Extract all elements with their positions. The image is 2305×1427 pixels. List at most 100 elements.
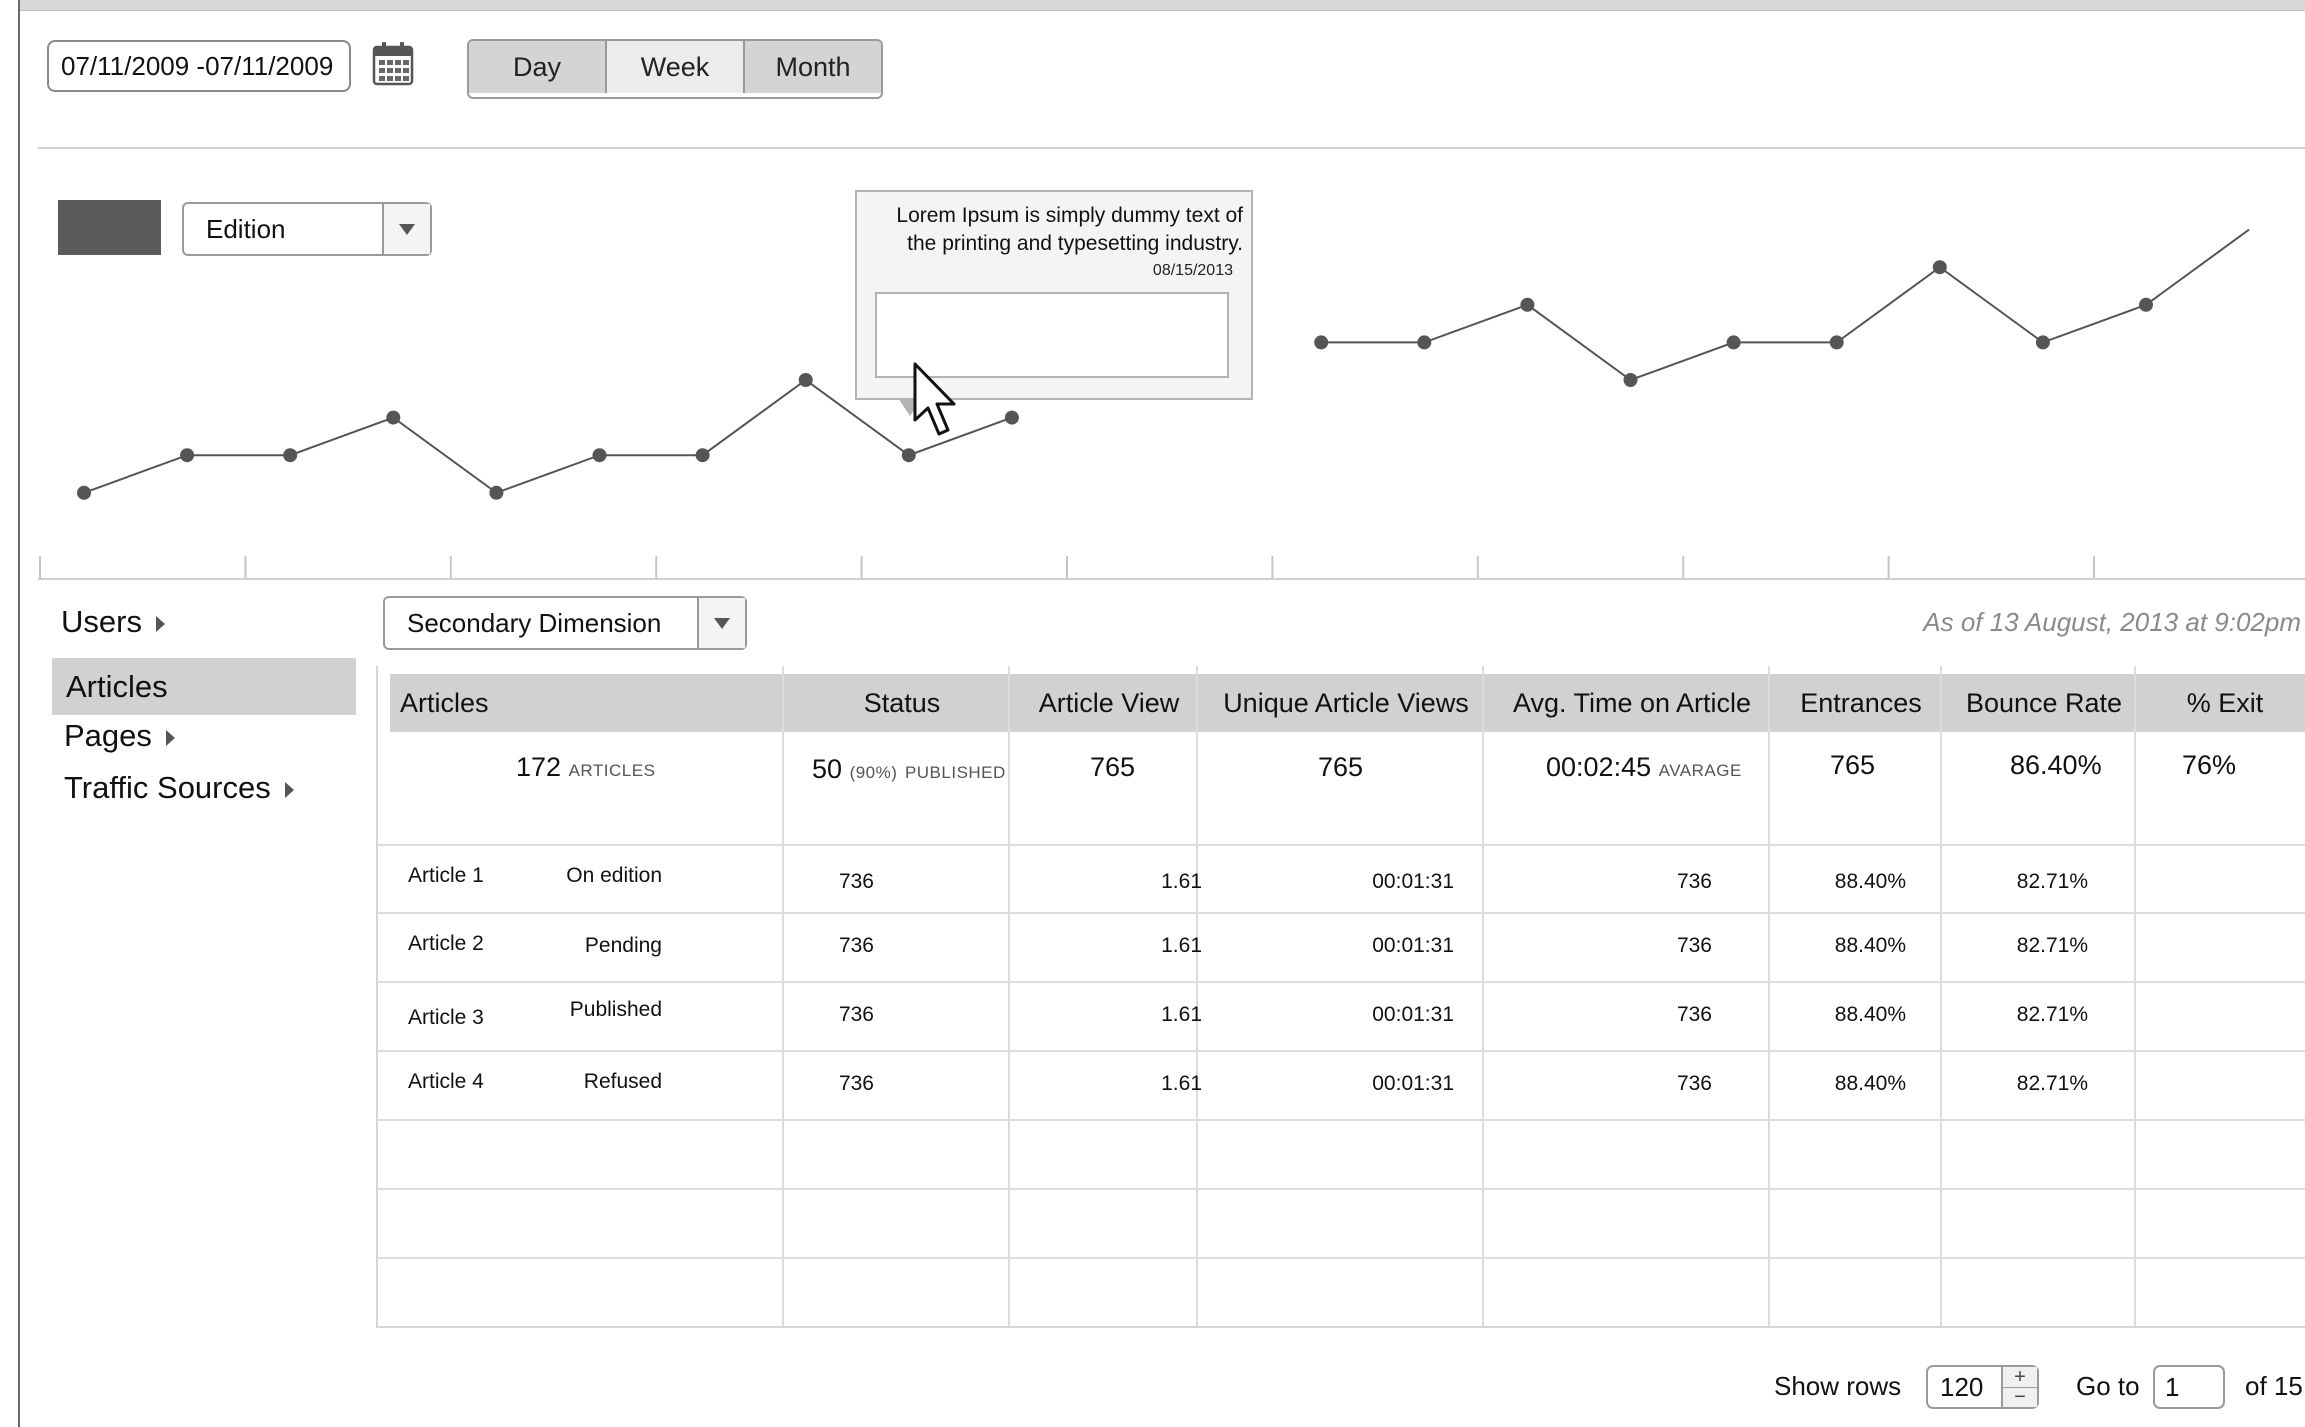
data-point[interactable] <box>1932 260 1947 275</box>
data-point[interactable] <box>798 373 813 387</box>
row-divider <box>378 1119 2305 1121</box>
caret-right-icon <box>284 781 294 798</box>
header-unique-article-views[interactable]: Unique Article Views <box>1204 674 1488 732</box>
cell-entrances: 736 <box>1676 870 1712 893</box>
period-toggle: Day Week Month <box>467 39 883 99</box>
sidebar-item-label: Articles <box>66 669 168 704</box>
tooltip-date: 08/15/2013 <box>1152 262 1233 279</box>
column-divider <box>1482 666 1484 1326</box>
go-to-label: Go to <box>2076 1371 2140 1401</box>
data-point[interactable] <box>77 485 91 500</box>
cell-article-view: 736 <box>838 934 874 957</box>
data-point[interactable] <box>1314 335 1329 350</box>
column-divider <box>2134 666 2136 1326</box>
data-point[interactable] <box>283 448 298 463</box>
sidebar-item-users[interactable]: Users <box>61 604 165 640</box>
rows-per-page-stepper[interactable]: 120 + − <box>1926 1365 2039 1409</box>
summary-article-view: 765 <box>1090 752 1136 782</box>
caret-right-icon <box>155 615 165 632</box>
cell-unique-views: 1.61 <box>1161 870 1202 893</box>
header-entrances[interactable]: Entrances <box>1776 674 1946 732</box>
summary-status-unit: PUBLISHED <box>904 763 1006 782</box>
cell-status: Published <box>569 998 662 1021</box>
cell-unique-views: 1.61 <box>1161 1003 1202 1026</box>
day-button[interactable]: Day <box>469 41 607 93</box>
header-avg-time[interactable]: Avg. Time on Article <box>1490 674 1774 732</box>
data-point[interactable] <box>695 448 710 463</box>
sidebar-item-articles[interactable]: Articles <box>52 658 356 715</box>
sidebar-item-label: Users <box>61 604 142 639</box>
cell-avg-time: 00:01:31 <box>1372 870 1454 893</box>
data-point[interactable] <box>2139 297 2153 312</box>
data-point[interactable] <box>386 410 401 425</box>
secondary-dimension-dropdown[interactable]: Secondary Dimension <box>383 596 747 650</box>
cell-entrances: 736 <box>1676 1072 1712 1095</box>
summary-bounce-rate: 86.40% <box>2010 750 2102 780</box>
row-divider <box>378 1050 2305 1052</box>
summary-avg-time: 00:02:45 AVARAGE <box>1546 752 1742 783</box>
column-divider <box>1196 666 1198 1326</box>
increment-icon[interactable]: + <box>2003 1367 2037 1388</box>
sidebar-item-pages[interactable]: Pages <box>64 718 175 754</box>
header-article-view[interactable]: Article View <box>1016 674 1202 732</box>
cell-status: Pending <box>584 934 662 957</box>
chart-axis <box>38 578 2305 580</box>
summary-articles-value: 172 <box>516 752 562 782</box>
summary-status-pct: (90%) <box>849 763 898 782</box>
summary-unique-views: 765 <box>1318 752 1364 782</box>
date-range-input[interactable]: 07/11/2009 -07/11/2009 <box>47 40 351 92</box>
data-point[interactable] <box>592 448 607 463</box>
cell-exit: 82.71% <box>2016 1072 2088 1095</box>
sidebar-item-label: Pages <box>64 718 152 753</box>
data-point[interactable] <box>1623 373 1638 387</box>
cell-article-name[interactable]: Article 4 <box>408 1070 484 1094</box>
header-bounce-rate[interactable]: Bounce Rate <box>1948 674 2140 732</box>
tooltip-text: Lorem Ipsum is simply dummy text of the … <box>896 204 1243 255</box>
summary-entrances: 765 <box>1830 750 1876 780</box>
data-point[interactable] <box>1829 335 1844 350</box>
cell-article-view: 736 <box>838 1003 874 1026</box>
data-point[interactable] <box>180 448 195 463</box>
sidebar-item-label: Traffic Sources <box>64 770 271 805</box>
week-button[interactable]: Week <box>607 41 743 93</box>
calendar-icon[interactable] <box>372 40 414 86</box>
cell-exit: 82.71% <box>2016 870 2088 893</box>
cell-status: On edition <box>566 864 662 887</box>
series-line <box>1321 228 2250 382</box>
divider <box>38 147 2305 149</box>
chevron-down-icon[interactable] <box>697 598 745 648</box>
summary-articles: 172 ARTICLES <box>516 752 655 783</box>
row-divider <box>378 1257 2305 1259</box>
cell-article-name[interactable]: Article 1 <box>408 864 484 888</box>
cell-entrances: 736 <box>1676 1003 1712 1026</box>
caret-right-icon <box>165 729 175 746</box>
data-point[interactable] <box>1004 410 1019 425</box>
row-divider <box>378 981 2305 983</box>
cell-article-name[interactable]: Article 3 <box>408 1006 484 1030</box>
cell-entrances: 736 <box>1676 934 1712 957</box>
data-point[interactable] <box>489 485 504 500</box>
data-point[interactable] <box>1417 335 1432 350</box>
data-point[interactable] <box>901 448 916 463</box>
last-updated-text: As of 13 August, 2013 at 9:02pm <box>1923 607 2301 637</box>
sidebar-item-traffic-sources[interactable]: Traffic Sources <box>64 770 294 806</box>
cell-article-name[interactable]: Article 2 <box>408 932 484 956</box>
cell-status: Refused <box>583 1070 662 1093</box>
cell-article-view: 736 <box>838 870 874 893</box>
month-button[interactable]: Month <box>743 41 881 93</box>
data-point[interactable] <box>2035 335 2050 350</box>
cell-exit: 82.71% <box>2016 1003 2088 1026</box>
show-rows-label: Show rows <box>1774 1371 1902 1401</box>
header-exit[interactable]: % Exit <box>2142 674 2305 732</box>
cell-avg-time: 00:01:31 <box>1372 1003 1454 1026</box>
table-header-row: Articles Status Article View Unique Arti… <box>390 674 2305 732</box>
decrement-icon[interactable]: − <box>2003 1387 2037 1407</box>
data-point[interactable] <box>1520 297 1535 312</box>
page-number-input[interactable]: 1 <box>2153 1365 2225 1409</box>
summary-exit: 76% <box>2182 750 2237 780</box>
cell-avg-time: 00:01:31 <box>1372 1072 1454 1095</box>
header-articles[interactable]: Articles <box>400 674 489 732</box>
header-status[interactable]: Status <box>790 674 1014 732</box>
cell-bounce-rate: 88.40% <box>1834 934 1906 957</box>
data-point[interactable] <box>1726 335 1741 350</box>
